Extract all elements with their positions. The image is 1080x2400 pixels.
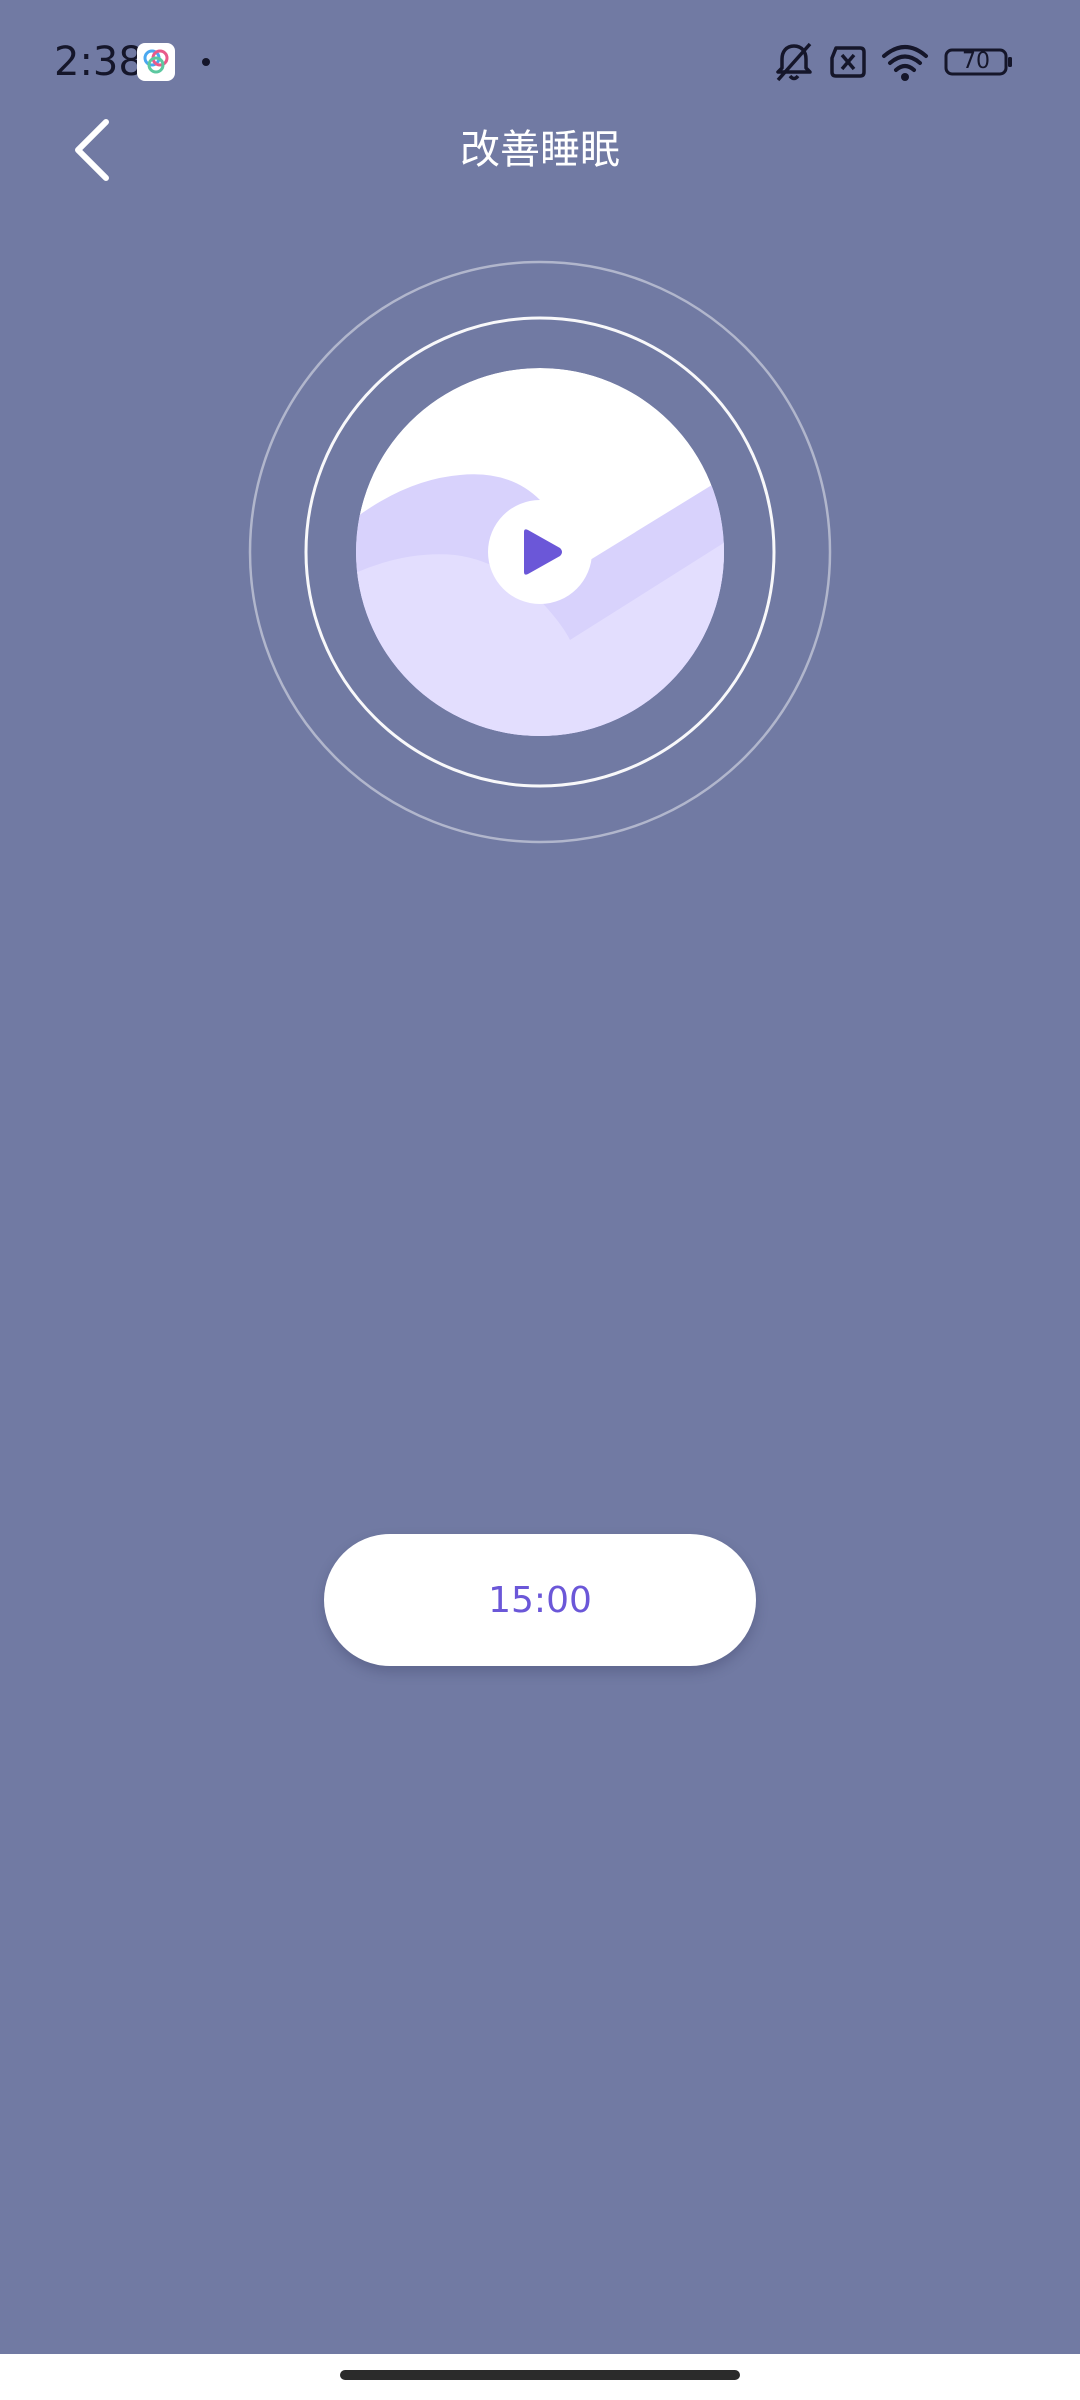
- sound-player: [240, 260, 840, 860]
- sim-error-icon: [830, 46, 866, 78]
- play-icon: [524, 529, 562, 575]
- chevron-left-icon: [75, 119, 109, 181]
- mute-bell-icon: [776, 42, 812, 82]
- wifi-icon: [882, 45, 928, 81]
- play-button[interactable]: [488, 500, 592, 604]
- battery-level: 70: [962, 49, 990, 74]
- status-bar: 2:38 70: [0, 0, 1080, 120]
- timer-button[interactable]: 15:00: [324, 1534, 756, 1666]
- back-button[interactable]: [52, 110, 132, 190]
- home-indicator[interactable]: [340, 2370, 740, 2380]
- status-time: 2:38: [54, 39, 144, 85]
- app-icon: [137, 43, 175, 81]
- page-title: 改善睡眠: [460, 127, 620, 173]
- battery-indicator: 70: [944, 48, 1012, 76]
- notification-dot: [202, 58, 210, 66]
- header: 改善睡眠: [0, 110, 1080, 190]
- navigation-bar: [0, 2354, 1080, 2400]
- timer-label: 15:00: [488, 1579, 592, 1621]
